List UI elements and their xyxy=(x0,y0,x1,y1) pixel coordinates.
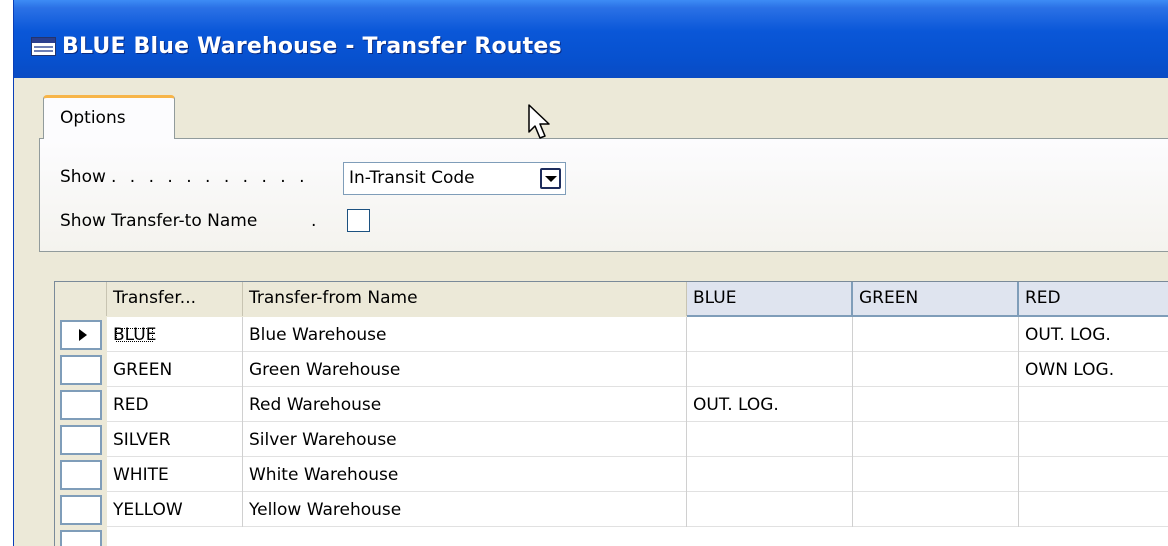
options-panel: Show . . . . . . . . . . . In-Transit Co… xyxy=(39,138,1168,252)
cell-red[interactable] xyxy=(1019,422,1168,457)
cell-red[interactable] xyxy=(1019,457,1168,492)
row-selector-column xyxy=(55,317,107,546)
cell-red[interactable]: OUT. LOG. xyxy=(1019,317,1168,352)
title-bar[interactable]: BLUE Blue Warehouse - Transfer Routes xyxy=(14,0,1168,78)
cell-name[interactable]: Green Warehouse xyxy=(243,352,687,387)
cell-name[interactable]: Yellow Warehouse xyxy=(243,492,687,527)
row-selector[interactable] xyxy=(60,530,102,546)
show-combobox-value: In-Transit Code xyxy=(349,168,475,188)
column-header-transfer-from-name[interactable]: Transfer-from Name xyxy=(243,282,687,316)
grid-header: Transfer... Transfer-from Name BLUE GREE… xyxy=(55,282,1168,317)
cell-red[interactable] xyxy=(1019,492,1168,527)
show-transfer-to-name-dots: . xyxy=(311,211,317,231)
window-title: BLUE Blue Warehouse - Transfer Routes xyxy=(62,34,562,59)
cell-blue[interactable] xyxy=(687,352,853,387)
table-row[interactable]: YELLOW Yellow Warehouse xyxy=(107,492,1168,527)
cell-code[interactable]: WHITE xyxy=(107,457,243,492)
column-header-red[interactable]: RED xyxy=(1019,282,1168,317)
cell-blue[interactable]: OUT. LOG. xyxy=(687,387,853,422)
cell-blue[interactable] xyxy=(687,457,853,492)
tab-options-label: Options xyxy=(60,108,126,128)
row-selector[interactable] xyxy=(60,390,102,420)
cell-code[interactable]: GREEN xyxy=(107,352,243,387)
chevron-down-icon[interactable] xyxy=(540,168,561,189)
row-selector[interactable] xyxy=(60,495,102,525)
cell-red[interactable] xyxy=(1019,387,1168,422)
cell-blue[interactable] xyxy=(687,422,853,457)
show-transfer-to-name-label: Show Transfer-to Name xyxy=(60,211,258,231)
cell-green[interactable] xyxy=(853,457,1019,492)
table-row[interactable]: WHITE White Warehouse xyxy=(107,457,1168,492)
show-label-dots: . . . . . . . . . . . xyxy=(111,167,309,187)
column-header-green[interactable]: GREEN xyxy=(853,282,1019,317)
cell-code-text: BLUE xyxy=(113,325,157,345)
header-selector xyxy=(55,282,107,316)
cell-blue[interactable] xyxy=(687,317,853,352)
mouse-pointer-icon xyxy=(528,104,550,139)
cell-name[interactable]: Blue Warehouse xyxy=(243,317,687,352)
row-selector-current[interactable] xyxy=(60,320,102,350)
table-row[interactable]: GREEN Green Warehouse OWN LOG. xyxy=(107,352,1168,387)
desktop-edge xyxy=(0,0,13,546)
cell-code[interactable]: SILVER xyxy=(107,422,243,457)
cell-green[interactable] xyxy=(853,317,1019,352)
transfer-routes-window: BLUE Blue Warehouse - Transfer Routes Op… xyxy=(13,0,1168,546)
cell-green[interactable] xyxy=(853,387,1019,422)
cell-code[interactable]: BLUE xyxy=(107,317,243,352)
cell-code[interactable]: RED xyxy=(107,387,243,422)
cell-code[interactable]: YELLOW xyxy=(107,492,243,527)
table-row[interactable]: BLUE Blue Warehouse OUT. LOG. xyxy=(107,317,1168,352)
transfer-routes-grid: Transfer... Transfer-from Name BLUE GREE… xyxy=(54,281,1168,546)
column-header-transfer-code[interactable]: Transfer... xyxy=(107,282,243,316)
cell-name[interactable]: Red Warehouse xyxy=(243,387,687,422)
show-combobox[interactable]: In-Transit Code xyxy=(343,162,566,195)
table-row[interactable]: RED Red Warehouse OUT. LOG. xyxy=(107,387,1168,422)
table-row[interactable]: SILVER Silver Warehouse xyxy=(107,422,1168,457)
cell-green[interactable] xyxy=(853,492,1019,527)
row-selector[interactable] xyxy=(60,460,102,490)
show-label: Show xyxy=(60,167,106,187)
cell-blue[interactable] xyxy=(687,492,853,527)
table-icon xyxy=(31,37,56,56)
cell-green[interactable] xyxy=(853,422,1019,457)
tab-options[interactable]: Options xyxy=(43,95,175,139)
cell-green[interactable] xyxy=(853,352,1019,387)
row-selector[interactable] xyxy=(60,355,102,385)
show-transfer-to-name-checkbox[interactable] xyxy=(347,209,370,232)
cell-name[interactable]: White Warehouse xyxy=(243,457,687,492)
column-header-blue[interactable]: BLUE xyxy=(687,282,853,317)
cell-name[interactable]: Silver Warehouse xyxy=(243,422,687,457)
row-selector[interactable] xyxy=(60,425,102,455)
cell-red[interactable]: OWN LOG. xyxy=(1019,352,1168,387)
